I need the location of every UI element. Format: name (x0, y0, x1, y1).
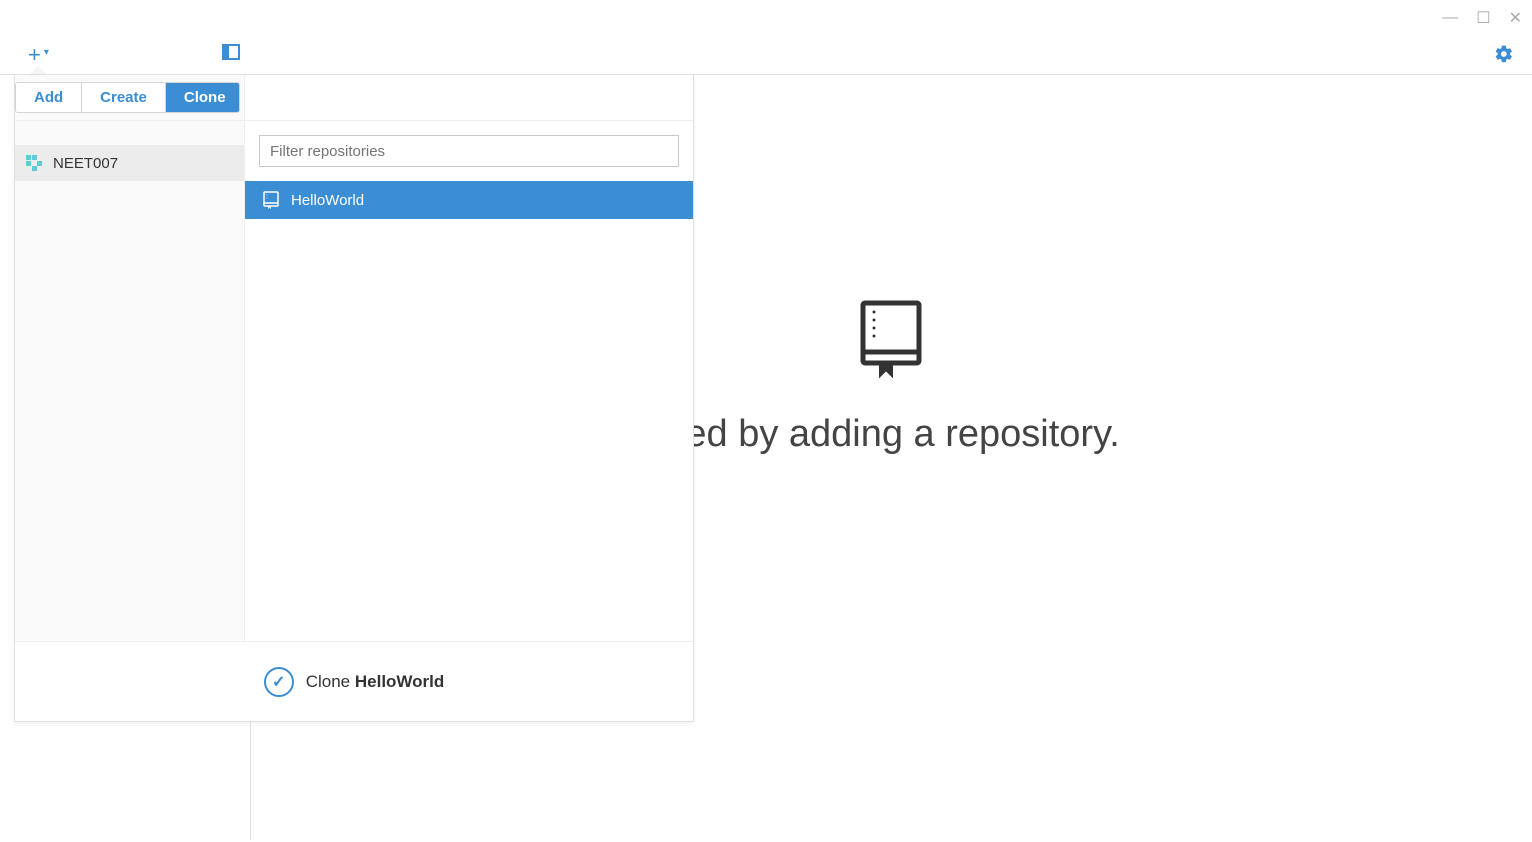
tab-create[interactable]: Create (82, 83, 166, 112)
window-controls: — ☐ ✕ (1442, 8, 1522, 28)
add-repository-dropdown: Add Create Clone NEET007 (14, 74, 694, 722)
maximize-button[interactable]: ☐ (1476, 8, 1490, 28)
divider (250, 722, 251, 840)
repository-icon (860, 300, 922, 383)
panel-toggle-icon[interactable] (222, 44, 240, 60)
minimize-button[interactable]: — (1442, 9, 1458, 27)
add-dropdown-button[interactable]: + ▾ (28, 42, 49, 68)
dropdown-arrow-icon (30, 66, 46, 74)
dropdown-sidebar: Add Create Clone NEET007 (15, 75, 245, 641)
plus-icon: + (28, 42, 41, 68)
check-icon: ✓ (264, 667, 294, 697)
dropdown-tabs: Add Create Clone (15, 82, 240, 113)
account-avatar-icon (25, 154, 43, 172)
clone-action-button[interactable]: ✓ Clone HelloWorld (15, 641, 693, 721)
filter-container (259, 135, 679, 167)
tab-clone[interactable]: Clone (166, 83, 240, 112)
dropdown-tabs-row: Add Create Clone (15, 75, 244, 121)
caret-down-icon: ▾ (44, 47, 49, 58)
repo-name: HelloWorld (291, 192, 364, 209)
dropdown-main-header-spacer (245, 75, 693, 121)
dropdown-main: HelloWorld (245, 75, 693, 641)
repo-icon (263, 191, 279, 209)
tab-add[interactable]: Add (16, 83, 82, 112)
account-name: NEET007 (53, 155, 118, 172)
close-button[interactable]: ✕ (1509, 8, 1522, 28)
repo-list-item[interactable]: HelloWorld (245, 181, 693, 219)
empty-state-text: rted by adding a repository. (662, 413, 1120, 456)
filter-repositories-input[interactable] (259, 135, 679, 167)
clone-action-label: Clone HelloWorld (306, 672, 445, 692)
settings-gear-icon[interactable] (1494, 44, 1514, 69)
account-item[interactable]: NEET007 (15, 145, 244, 181)
